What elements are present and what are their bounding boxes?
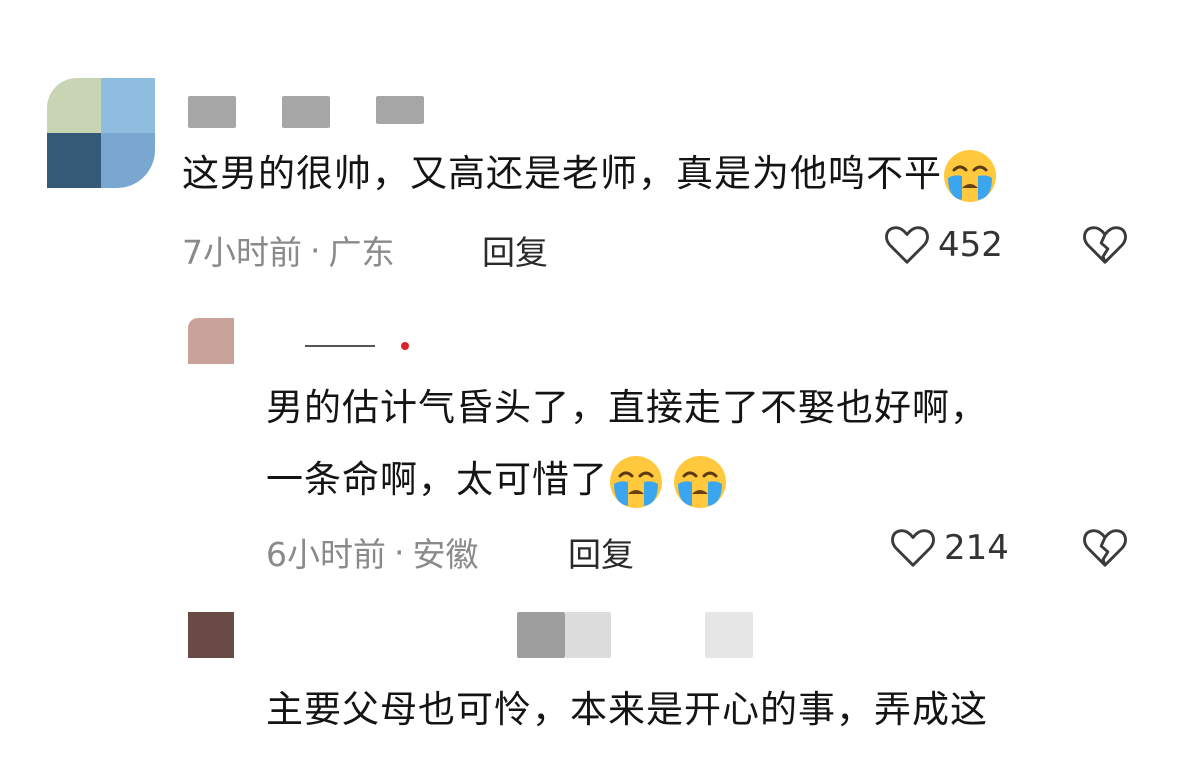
dislike-button[interactable] [1082,224,1128,270]
crying-emoji-icon [608,454,664,510]
comment-body: 主要父母也可怜，本来是开心的事，弄成这 [266,688,988,731]
comment-text: 主要父母也可怜，本来是开心的事，弄成这 [266,674,988,746]
reply-button[interactable]: 回复 [568,528,634,576]
broken-heart-icon [1082,224,1128,266]
username-blurred[interactable] [376,96,424,124]
comment-body: 一条命啊，太可惜了 [266,458,608,501]
avatar-quadrant [47,78,101,133]
avatar-quadrant [101,78,155,133]
comment-location: 安徽 [412,535,479,574]
username-blurred[interactable] [705,612,753,658]
comment-meta: 7小时前 · 广东 [182,226,395,274]
username-blurred[interactable] [188,96,236,128]
username-blurred[interactable] [565,612,611,658]
username-blurred[interactable] [305,345,375,347]
crying-emoji-icon [942,148,998,204]
comment-line: 男的估计气昏头了，直接走了不娶也好啊， [266,386,988,429]
like-count: 452 [938,225,1003,265]
like-button[interactable]: 452 [884,224,1003,266]
meta-separator: · [310,230,321,270]
avatar[interactable] [188,318,234,364]
avatar[interactable] [188,612,234,658]
like-button[interactable]: 214 [890,527,1009,569]
heart-outline-icon [884,224,930,266]
comment-meta: 6小时前 · 安徽 [266,528,479,576]
avatar-quadrant [47,133,101,188]
comment-time: 7小时前 [182,233,302,272]
like-count: 214 [944,528,1009,568]
avatar[interactable] [47,78,155,188]
comment-time: 6小时前 [266,535,386,574]
reply-button[interactable]: 回复 [482,226,548,274]
username-blurred[interactable] [517,612,565,658]
comment-text: 这男的很帅，又高还是老师，真是为他鸣不平 [182,138,998,210]
dislike-button[interactable] [1082,527,1128,573]
author-badge-dot [401,342,409,350]
avatar-quadrant [101,133,155,188]
comment-line: 一条命啊，太可惜了 [266,444,988,516]
broken-heart-icon [1082,527,1128,569]
crying-emoji-icon [672,454,728,510]
comment-body: 这男的很帅，又高还是老师，真是为他鸣不平 [182,152,942,195]
heart-outline-icon [890,527,936,569]
meta-separator: · [394,532,405,572]
comment-text: 男的估计气昏头了，直接走了不娶也好啊， 一条命啊，太可惜了 [266,372,988,516]
comment-location: 广东 [328,233,395,272]
username-blurred[interactable] [282,96,330,128]
